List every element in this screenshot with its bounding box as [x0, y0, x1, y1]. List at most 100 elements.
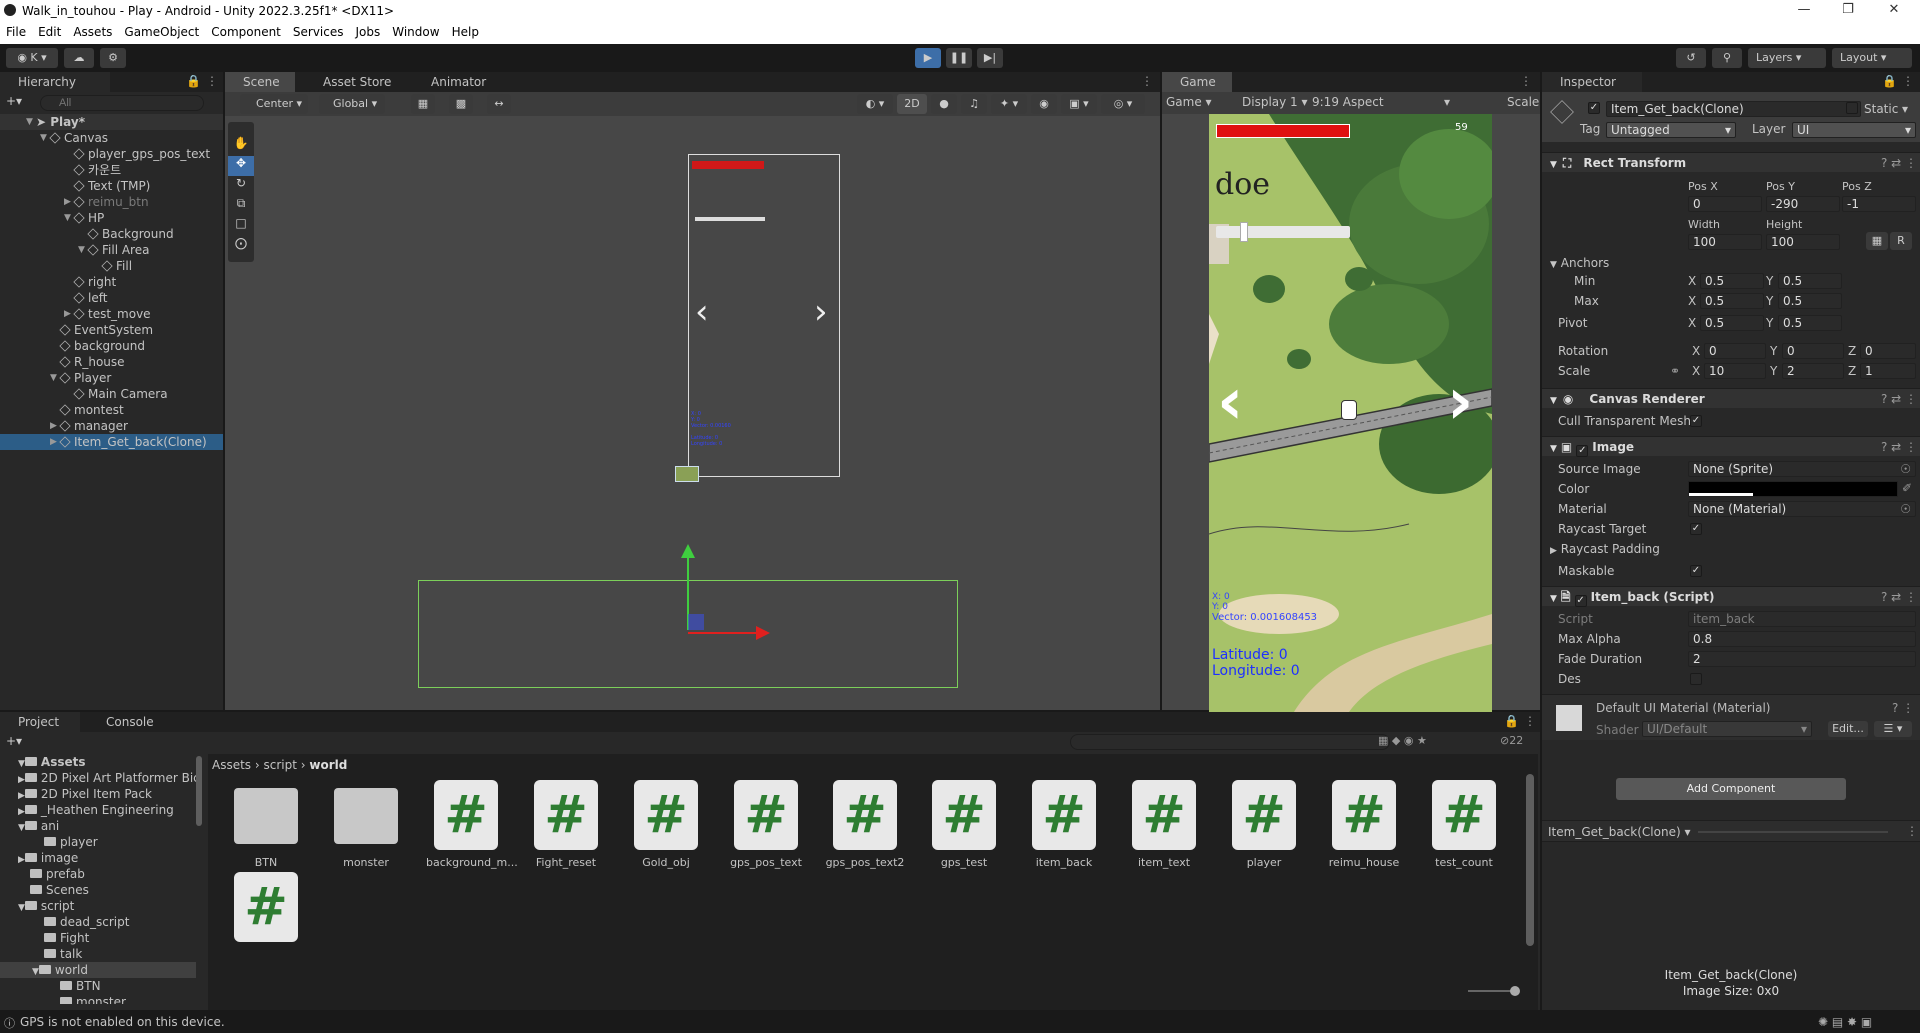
tree-item[interactable]: ▶ test_move: [0, 306, 223, 322]
active-checkbox[interactable]: ✓: [1588, 102, 1600, 114]
object-name-field[interactable]: Item_Get_back(Clone): [1606, 101, 1861, 117]
folder-assets[interactable]: ▼ Assets: [0, 754, 196, 770]
collab-icon[interactable]: ⚙: [100, 48, 126, 68]
rotation-x-field[interactable]: 0: [1704, 343, 1766, 359]
menu-assets[interactable]: Assets: [67, 22, 118, 39]
tree-item[interactable]: player_gps_pos_text: [0, 146, 223, 162]
audio-icon[interactable]: ♫: [961, 94, 987, 114]
folder-item-selected[interactable]: ▼ world: [0, 962, 196, 978]
game-render[interactable]: doe 59 ‹ › X: 0 Y: 0 Vector: 0.001608453…: [1209, 114, 1492, 712]
tree-item[interactable]: left: [0, 290, 223, 306]
asset-script[interactable]: # gps_test: [924, 780, 1004, 869]
close-icon[interactable]: ✕: [1874, 2, 1914, 20]
tree-item[interactable]: EventSystem: [0, 322, 223, 338]
asset-script[interactable]: #: [226, 872, 306, 948]
rotation-y-field[interactable]: 0: [1782, 343, 1844, 359]
game-view-dropdown[interactable]: Game ▾: [1166, 95, 1212, 109]
posy-field[interactable]: -290: [1766, 196, 1840, 212]
tree-item[interactable]: ▶ reimu_btn: [0, 194, 223, 210]
gizmo-x-axis[interactable]: [688, 632, 756, 634]
anchors-foldout[interactable]: ▼ Anchors: [1550, 256, 1609, 270]
folder-item[interactable]: monster: [0, 994, 196, 1004]
color-swatch[interactable]: [1688, 481, 1898, 497]
layers-dropdown[interactable]: Layers ▾: [1748, 48, 1826, 68]
gizmo-plane-handle[interactable]: [688, 614, 704, 630]
material-field[interactable]: None (Material) ☉: [1688, 501, 1916, 517]
more-icon[interactable]: ⋮: [206, 74, 218, 88]
shader-edit-button[interactable]: Edit...: [1828, 721, 1868, 737]
scene-root[interactable]: ▼ ➤ Play*: [0, 114, 223, 130]
folder-item[interactable]: dead_script: [0, 914, 196, 930]
folder-item[interactable]: BTN: [0, 978, 196, 994]
create-icon[interactable]: +▾: [6, 734, 22, 748]
pivot-dropdown[interactable]: Center ▾: [240, 94, 308, 114]
tree-item[interactable]: Main Camera: [0, 386, 223, 402]
add-component-button[interactable]: Add Component: [1616, 778, 1846, 800]
width-field[interactable]: 100: [1688, 234, 1762, 250]
tab-inspector[interactable]: Inspector: [1542, 72, 1642, 92]
menu-edit[interactable]: Edit: [32, 22, 67, 39]
tree-item[interactable]: Fill: [0, 258, 223, 274]
tab-game[interactable]: Game: [1162, 72, 1232, 92]
script-enabled-checkbox[interactable]: ✓: [1574, 595, 1587, 607]
anchor-max-y-field[interactable]: 0.5: [1778, 293, 1842, 309]
add-icon[interactable]: +▾: [6, 94, 22, 108]
menu-file[interactable]: File: [0, 22, 32, 39]
display-dropdown[interactable]: Display 1 ▾: [1242, 95, 1308, 109]
tree-item-canvas[interactable]: ▼ Canvas: [0, 130, 223, 146]
account-button[interactable]: ◉ K ▾: [6, 48, 58, 68]
pause-button[interactable]: ❚❚: [946, 48, 972, 68]
search-icon[interactable]: ⚲: [1712, 48, 1742, 68]
tree-item[interactable]: montest: [0, 402, 223, 418]
aspect-dropdown[interactable]: 9:19 Aspect ▾: [1312, 95, 1452, 109]
lighting-icon[interactable]: ●: [931, 94, 957, 114]
asset-script[interactable]: # item_text: [1124, 780, 1204, 869]
project-tree-scrollbar[interactable]: [196, 756, 202, 826]
breadcrumb-script[interactable]: script: [264, 758, 297, 772]
menu-services[interactable]: Services: [287, 22, 350, 39]
slider-handle[interactable]: [1240, 222, 1248, 242]
project-filter-icons[interactable]: ▦ ◆ ◉ ★: [1378, 734, 1427, 747]
gizmos-dropdown[interactable]: ◎ ▾: [1101, 94, 1145, 114]
2d-toggle[interactable]: 2D: [897, 94, 927, 114]
blueprint-button[interactable]: ▦: [1866, 232, 1888, 250]
folder-item[interactable]: ▶ 2D Pixel Item Pack: [0, 786, 196, 802]
raycast-target-checkbox[interactable]: ✓: [1690, 523, 1702, 535]
lock-icon[interactable]: 🔒: [186, 74, 201, 88]
script-header[interactable]: ▼ 🗎 ✓ Item_back (Script)? ⇄ ⋮: [1542, 586, 1920, 607]
tree-item[interactable]: background: [0, 338, 223, 354]
folder-item[interactable]: ▼ ani: [0, 818, 196, 834]
shader-dropdown[interactable]: UI/Default ▾: [1642, 721, 1812, 737]
tree-item-selected[interactable]: ▶ Item_Get_back(Clone): [0, 434, 223, 450]
increment-icon[interactable]: ↔: [487, 94, 511, 114]
asset-scrollbar[interactable]: [1526, 774, 1534, 946]
hierarchy-search-input[interactable]: [40, 95, 204, 111]
shading-dropdown[interactable]: ◐ ▾: [857, 94, 893, 114]
breadcrumb-world[interactable]: world: [309, 758, 347, 772]
shader-options-button[interactable]: ☰ ▾: [1874, 721, 1912, 737]
asset-script[interactable]: # player: [1224, 780, 1304, 869]
layer-dropdown[interactable]: UI ▾: [1792, 122, 1916, 138]
menu-window[interactable]: Window: [386, 22, 445, 39]
asset-script[interactable]: # Gold_obj: [626, 780, 706, 869]
play-button[interactable]: ▶: [915, 48, 941, 68]
move-tool-icon[interactable]: ✥: [228, 156, 254, 176]
more-icon[interactable]: ⋮: [1520, 74, 1532, 88]
folder-item[interactable]: ▶ 2D Pixel Art Platformer Bic: [0, 770, 196, 786]
posx-field[interactable]: 0: [1688, 196, 1762, 212]
minimize-icon[interactable]: —: [1784, 2, 1824, 20]
folder-item[interactable]: prefab: [0, 866, 196, 882]
asset-script[interactable]: # reimu_house: [1324, 780, 1404, 869]
folder-item[interactable]: ▼ script: [0, 898, 196, 914]
hidden-count[interactable]: ⊘22: [1500, 734, 1523, 747]
rotation-z-field[interactable]: 0: [1860, 343, 1916, 359]
raycast-padding-foldout[interactable]: ▶ Raycast Padding: [1550, 542, 1660, 556]
rect-transform-header[interactable]: ▼ ⛶ Rect Transform? ⇄ ⋮: [1542, 152, 1920, 172]
snap-icon[interactable]: ▩: [449, 94, 473, 114]
tree-item[interactable]: R_house: [0, 354, 223, 370]
asset-script[interactable]: # item_back: [1024, 780, 1104, 869]
raw-edit-button[interactable]: R: [1890, 232, 1912, 250]
more-icon[interactable]: ⋮: [1902, 74, 1914, 88]
layout-dropdown[interactable]: Layout ▾: [1832, 48, 1912, 68]
zoom-slider[interactable]: [1468, 986, 1520, 996]
